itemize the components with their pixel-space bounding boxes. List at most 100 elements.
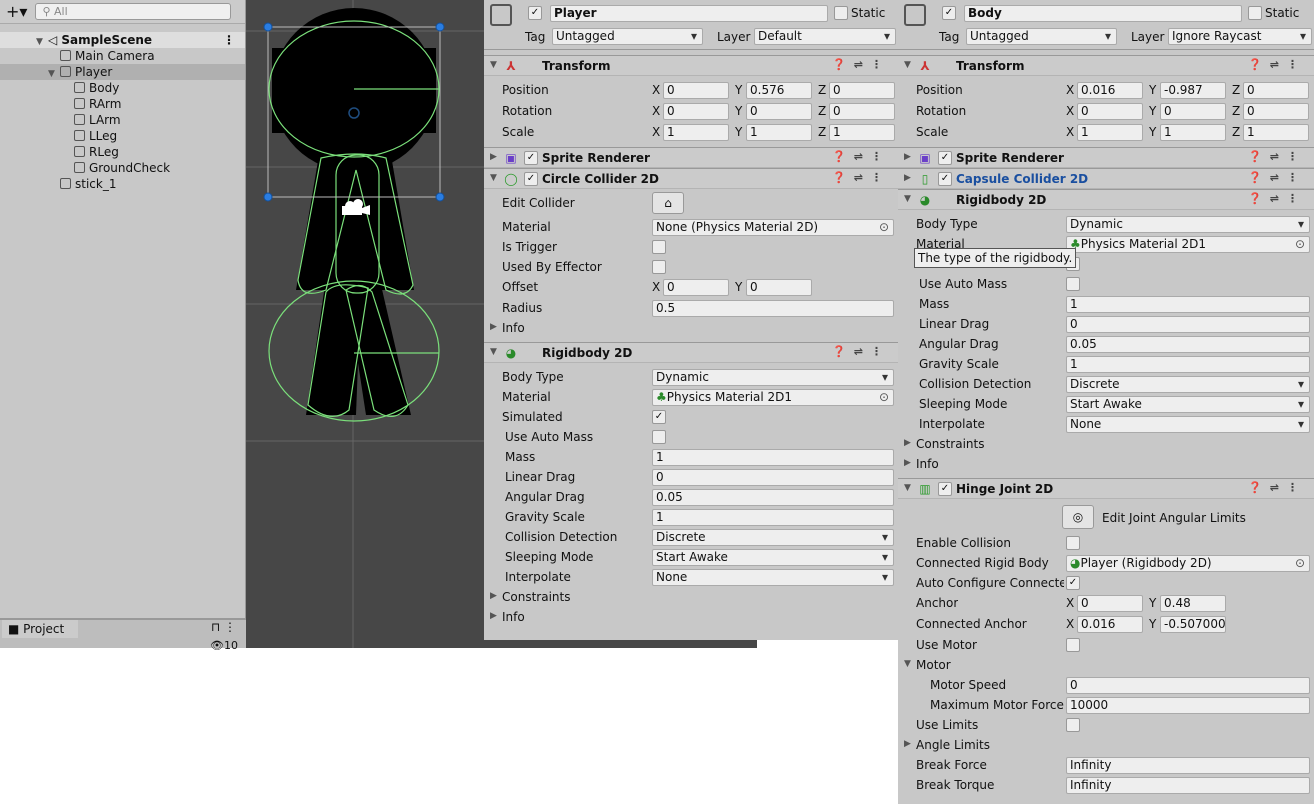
dropdown[interactable]: Discrete: [1066, 376, 1310, 393]
static-label[interactable]: Static: [1265, 6, 1299, 20]
component-header-hinge-joint-2d[interactable]: ▼ ▥ ✓ Hinge Joint 2D ❓⇌⋮: [898, 478, 1314, 499]
field-label[interactable]: Angle Limits: [916, 738, 990, 752]
foldout-arrow-icon[interactable]: ▼: [490, 347, 497, 357]
name-field[interactable]: Player: [550, 5, 828, 22]
active-checkbox[interactable]: ✓: [528, 6, 542, 20]
component-enabled-checkbox[interactable]: ✓: [524, 151, 538, 165]
hierarchy-item[interactable]: LLeg: [0, 128, 245, 144]
z-field[interactable]: 0: [1243, 82, 1309, 99]
text-field[interactable]: Infinity: [1066, 757, 1310, 774]
hierarchy-search-input[interactable]: ⚲ All: [35, 3, 232, 20]
field-label[interactable]: Info: [502, 610, 525, 624]
x-field[interactable]: 0: [663, 279, 729, 296]
foldout-arrow-icon[interactable]: ▼: [904, 483, 911, 493]
foldout-arrow-icon[interactable]: ▶: [904, 739, 911, 749]
dropdown[interactable]: Discrete: [652, 529, 894, 546]
component-enabled-checkbox[interactable]: ✓: [938, 482, 952, 496]
hierarchy-item[interactable]: Body: [0, 80, 245, 96]
component-header-rigidbody-2d[interactable]: ▼ ◕ Rigidbody 2D ❓⇌⋮: [484, 342, 898, 363]
x-field[interactable]: 1: [1077, 124, 1143, 141]
component-tools[interactable]: ❓⇌⋮: [1248, 481, 1306, 494]
z-field[interactable]: 0: [1243, 103, 1309, 120]
text-field[interactable]: Infinity: [1066, 777, 1310, 794]
dropdown[interactable]: Dynamic: [652, 369, 894, 386]
foldout-arrow-icon[interactable]: ▶: [904, 458, 911, 468]
component-header-transform[interactable]: ▼ ⅄ Transform ❓⇌⋮: [898, 55, 1314, 76]
y-field[interactable]: -0.987: [1160, 82, 1226, 99]
field-label[interactable]: Info: [916, 457, 939, 471]
component-tools[interactable]: ❓⇌⋮: [1248, 58, 1306, 71]
component-tools[interactable]: ❓⇌⋮: [832, 171, 890, 184]
component-header-circle-collider-2d[interactable]: ▼ ◯ ✓ Circle Collider 2D ❓⇌⋮: [484, 168, 898, 189]
checkbox[interactable]: [652, 240, 666, 254]
component-tools[interactable]: ❓⇌⋮: [832, 345, 890, 358]
name-field[interactable]: Body: [964, 5, 1242, 22]
y-field[interactable]: 0: [1160, 103, 1226, 120]
dropdown[interactable]: Start Awake: [1066, 396, 1310, 413]
static-label[interactable]: Static: [851, 6, 885, 20]
x-field[interactable]: 0: [663, 82, 729, 99]
y-field[interactable]: 1: [1160, 124, 1226, 141]
checkbox[interactable]: [1066, 718, 1080, 732]
hierarchy-item[interactable]: stick_1: [0, 176, 245, 192]
text-field[interactable]: 1: [652, 449, 894, 466]
checkbox[interactable]: [652, 260, 666, 274]
static-checkbox[interactable]: [834, 6, 848, 20]
foldout-arrow-icon[interactable]: ▶: [904, 173, 911, 183]
hierarchy-item[interactable]: ▼ Player: [0, 64, 245, 80]
x-field[interactable]: 0: [663, 103, 729, 120]
checkbox[interactable]: [1066, 277, 1080, 291]
field-label[interactable]: Motor: [916, 658, 951, 672]
more-icon[interactable]: ⋮: [223, 32, 235, 48]
z-field[interactable]: 1: [829, 124, 895, 141]
layer-dropdown[interactable]: Ignore Raycast: [1168, 28, 1312, 45]
text-field[interactable]: 0: [1066, 677, 1310, 694]
checkbox[interactable]: ✓: [1066, 576, 1080, 590]
component-tools[interactable]: ❓⇌⋮: [1248, 171, 1306, 184]
hierarchy-item[interactable]: RArm: [0, 96, 245, 112]
component-enabled-checkbox[interactable]: ✓: [524, 172, 538, 186]
text-field[interactable]: 1: [1066, 296, 1310, 313]
edit-joint-limits-button[interactable]: ◎: [1062, 505, 1094, 529]
y-field[interactable]: 0: [746, 279, 812, 296]
hierarchy-item[interactable]: GroundCheck: [0, 160, 245, 176]
scene-view[interactable]: [246, 0, 484, 648]
layer-dropdown[interactable]: Default: [754, 28, 896, 45]
foldout-arrow-icon[interactable]: ▼: [904, 60, 911, 70]
tag-dropdown[interactable]: Untagged: [552, 28, 703, 45]
foldout-arrow-icon[interactable]: ▼: [490, 173, 497, 183]
tab-project[interactable]: ■ Project: [2, 620, 78, 638]
z-field[interactable]: 1: [1243, 124, 1309, 141]
text-field[interactable]: 0.05: [652, 489, 894, 506]
text-field[interactable]: 0.05: [1066, 336, 1310, 353]
checkbox[interactable]: ✓: [652, 410, 666, 424]
foldout-arrow-icon[interactable]: ▶: [490, 591, 497, 601]
foldout-arrow-icon[interactable]: ▶: [490, 322, 497, 332]
x-field[interactable]: 1: [663, 124, 729, 141]
y-field[interactable]: -0.507000: [1160, 616, 1226, 633]
foldout-arrow-icon[interactable]: ▶: [490, 611, 497, 621]
hierarchy-item[interactable]: RLeg: [0, 144, 245, 160]
field-label[interactable]: Constraints: [916, 437, 984, 451]
component-header-rigidbody-2d[interactable]: ▼ ◕ Rigidbody 2D ❓⇌⋮: [898, 189, 1314, 210]
y-field[interactable]: 0.48: [1160, 595, 1226, 612]
foldout-arrow-icon[interactable]: ▶: [904, 438, 911, 448]
lock-icon[interactable]: ⊓ ⋮: [211, 620, 236, 634]
object-field[interactable]: ◕Player (Rigidbody 2D): [1066, 555, 1310, 572]
foldout-arrow-icon[interactable]: ▼: [490, 60, 497, 70]
component-tools[interactable]: ❓⇌⋮: [832, 58, 890, 71]
edit-collider-button[interactable]: ⌂: [652, 192, 684, 214]
z-field[interactable]: 0: [829, 103, 895, 120]
add-icon[interactable]: +▾: [6, 2, 27, 21]
checkbox[interactable]: [652, 430, 666, 444]
object-field[interactable]: ♣Physics Material 2D1: [1066, 236, 1310, 253]
static-checkbox[interactable]: [1248, 6, 1262, 20]
object-field[interactable]: None (Physics Material 2D): [652, 219, 894, 236]
x-field[interactable]: 0.016: [1077, 82, 1143, 99]
component-tools[interactable]: ❓⇌⋮: [1248, 192, 1306, 205]
hierarchy-item[interactable]: LArm: [0, 112, 245, 128]
x-field[interactable]: 0: [1077, 595, 1143, 612]
hierarchy-item[interactable]: Main Camera: [0, 48, 245, 64]
component-header-capsule-collider-2d[interactable]: ▶ ▯ ✓ Capsule Collider 2D ❓⇌⋮: [898, 168, 1314, 189]
object-field[interactable]: ♣Physics Material 2D1: [652, 389, 894, 406]
